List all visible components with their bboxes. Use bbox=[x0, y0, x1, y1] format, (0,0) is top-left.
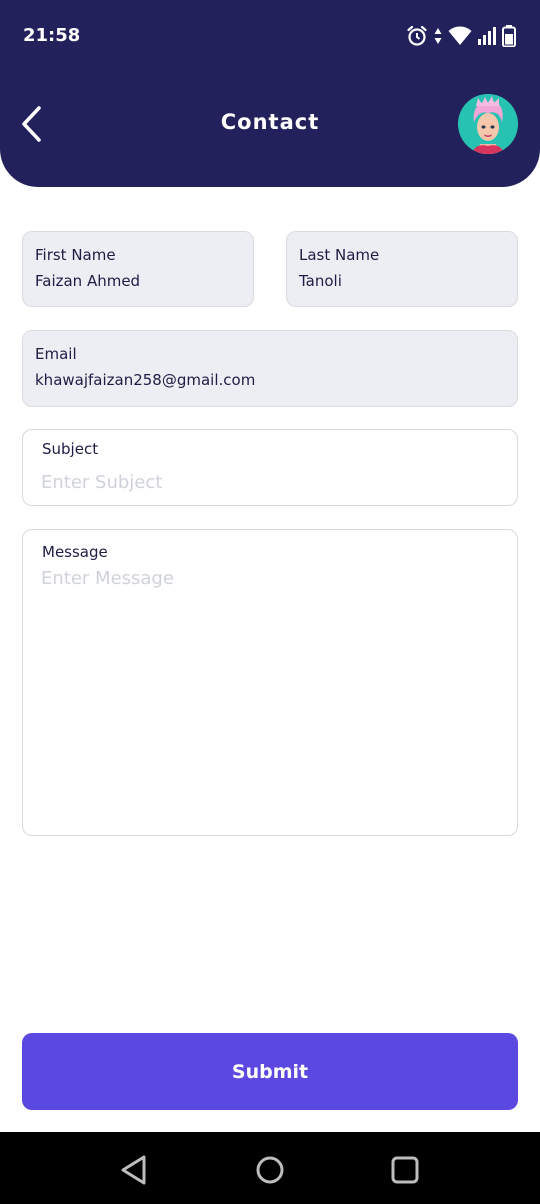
recents-square-icon bbox=[391, 1156, 419, 1184]
back-triangle-icon bbox=[121, 1155, 146, 1185]
alarm-icon bbox=[407, 25, 427, 46]
submit-button[interactable]: Submit bbox=[22, 1033, 518, 1110]
data-arrows-icon bbox=[434, 28, 442, 44]
subject-label: Subject bbox=[42, 440, 99, 458]
nav-back-button[interactable] bbox=[116, 1152, 152, 1188]
email-value: khawajfaizan258@gmail.com bbox=[35, 371, 256, 389]
first-name-field[interactable]: First Name Faizan Ahmed bbox=[22, 231, 254, 307]
email-label: Email bbox=[35, 345, 77, 363]
message-field: Message bbox=[22, 529, 518, 836]
signal-icon bbox=[478, 27, 496, 45]
home-circle-icon bbox=[256, 1156, 284, 1184]
system-nav-bar bbox=[0, 1132, 540, 1204]
wifi-icon bbox=[448, 26, 472, 45]
subject-input[interactable] bbox=[41, 468, 501, 496]
first-name-label: First Name bbox=[35, 246, 116, 264]
last-name-field[interactable]: Last Name Tanoli bbox=[286, 231, 518, 307]
profile-avatar-image bbox=[458, 94, 518, 154]
subject-field: Subject bbox=[22, 429, 518, 506]
nav-recents-button[interactable] bbox=[387, 1152, 423, 1188]
battery-icon bbox=[502, 25, 516, 47]
first-name-value: Faizan Ahmed bbox=[35, 272, 141, 290]
status-icons bbox=[406, 22, 516, 50]
nav-home-button[interactable] bbox=[252, 1152, 288, 1188]
app-header: 21:58 Contact bbox=[0, 0, 540, 187]
avatar[interactable] bbox=[458, 94, 518, 154]
message-input[interactable] bbox=[41, 568, 501, 818]
status-time: 21:58 bbox=[23, 25, 81, 46]
last-name-label: Last Name bbox=[299, 246, 380, 264]
last-name-value: Tanoli bbox=[299, 272, 342, 290]
email-field[interactable]: Email khawajfaizan258@gmail.com bbox=[22, 330, 518, 407]
message-label: Message bbox=[42, 543, 108, 561]
